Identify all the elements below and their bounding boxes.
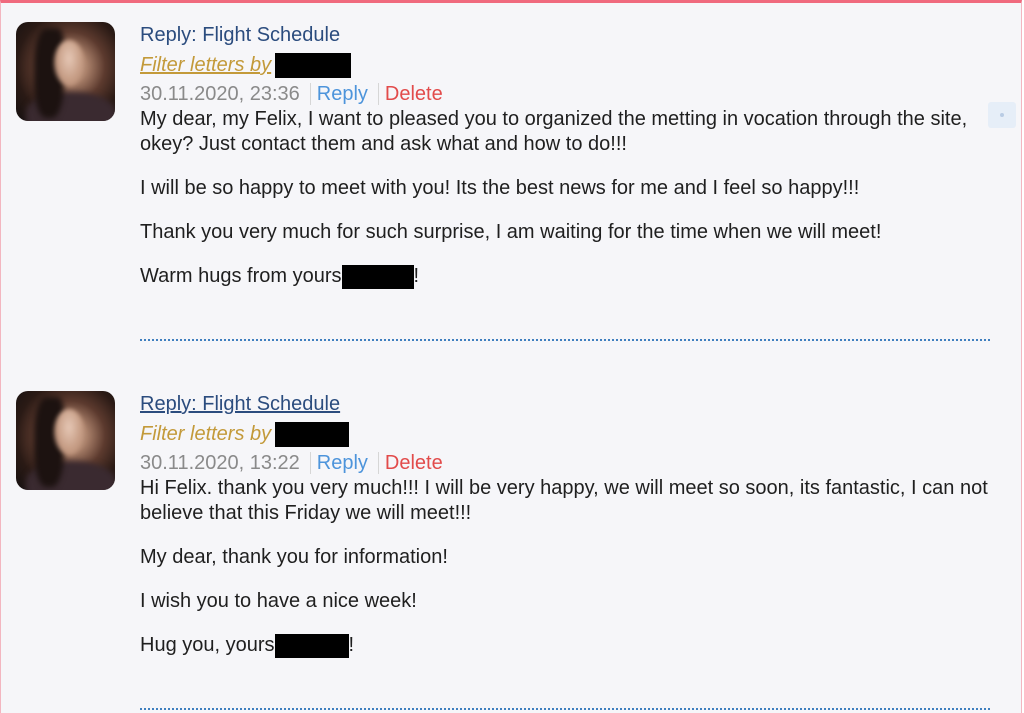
filter-letters-link[interactable]: Filter letters by [140, 49, 990, 81]
redacted-name [275, 52, 352, 78]
filter-letters-label: Filter letters by [140, 54, 272, 76]
message-paragraph: My dear, thank you for information! [140, 546, 448, 568]
message-body: My dear, my Felix, I want to pleased you… [140, 107, 990, 289]
signoff-text: Hug you, yours [140, 634, 275, 656]
redacted-name [275, 421, 350, 447]
message-thread: Reply: Flight Schedule Filter letters by… [0, 0, 1022, 713]
message-body: Hi Felix. thank you very much!!! I will … [140, 476, 990, 658]
message-divider [140, 339, 990, 341]
message-paragraph: Hi Felix. thank you very much!!! I will … [140, 477, 988, 524]
message-signoff: Hug you, yours ! [140, 633, 990, 658]
avatar-face [54, 409, 84, 455]
avatar[interactable] [16, 391, 115, 490]
message-datetime: 30.11.2020, 23:36 [140, 83, 300, 105]
delete-button[interactable]: Delete [385, 82, 443, 106]
signoff-suffix: ! [348, 634, 355, 656]
avatar[interactable] [16, 22, 115, 121]
delete-button[interactable]: Delete [385, 451, 443, 475]
reply-button[interactable]: Reply [317, 451, 368, 475]
dot-icon [1000, 113, 1004, 117]
signoff-text: Warm hugs from yours [140, 265, 342, 287]
message-paragraph: My dear, my Felix, I want to pleased you… [140, 108, 968, 155]
message-subject-link[interactable]: Reply: Flight Schedule [140, 23, 990, 49]
message-signoff: Warm hugs from yours ! [140, 264, 990, 289]
message-paragraph: I wish you to have a nice week! [140, 590, 417, 612]
filter-letters-label: Filter letters by [140, 423, 272, 445]
redacted-name [274, 633, 349, 658]
filter-letters-link[interactable]: Filter letters by [140, 418, 990, 450]
message-paragraph: I will be so happy to meet with you! Its… [140, 177, 860, 199]
message-content: Reply: Flight Schedule Filter letters by… [140, 23, 990, 308]
meta-separator [309, 452, 311, 474]
meta-separator [309, 83, 311, 105]
message-subject-link[interactable]: Reply: Flight Schedule [140, 392, 990, 418]
message-divider [140, 708, 990, 710]
meta-separator [377, 452, 379, 474]
message-meta: 30.11.2020, 23:36 Reply Delete [140, 81, 990, 107]
message-paragraph: Thank you very much for such surprise, I… [140, 221, 882, 243]
message-datetime: 30.11.2020, 13:22 [140, 452, 300, 474]
message-meta: 30.11.2020, 13:22 Reply Delete [140, 450, 990, 476]
reply-button[interactable]: Reply [317, 82, 368, 106]
avatar-face [54, 40, 84, 86]
side-action-button[interactable] [988, 102, 1016, 128]
redacted-name [341, 264, 414, 289]
signoff-suffix: ! [413, 265, 420, 287]
meta-separator [377, 83, 379, 105]
message-content: Reply: Flight Schedule Filter letters by… [140, 392, 990, 677]
